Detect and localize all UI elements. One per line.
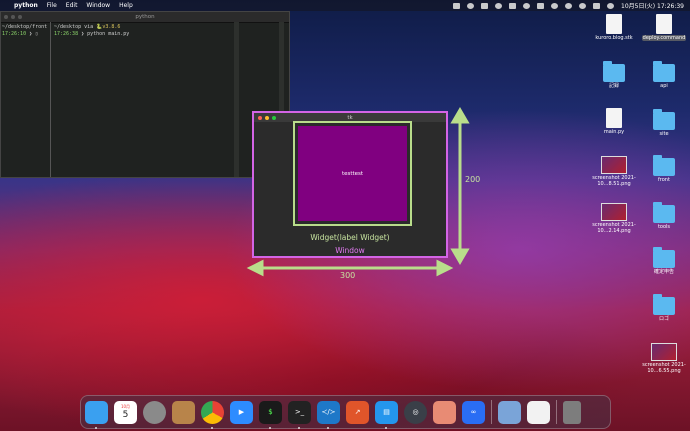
contacts-icon[interactable] <box>172 400 195 424</box>
width-arrow-head-right <box>436 259 454 277</box>
height-arrow-head-up <box>450 107 470 124</box>
desktop-icon[interactable]: ロゴ <box>640 294 688 322</box>
height-label: 200 <box>465 175 481 184</box>
folder-icon <box>653 109 675 130</box>
folder-icon <box>653 294 675 315</box>
desktop-icon-label: ロゴ <box>658 316 669 322</box>
python-file-icon <box>606 108 622 128</box>
folder-icon <box>653 61 675 82</box>
infinity-icon[interactable]: ∞ <box>462 400 485 424</box>
calendar-day: 5 <box>122 410 129 420</box>
desktop-icon[interactable]: api <box>640 61 688 89</box>
folder-icon <box>653 155 675 176</box>
desktop-icon[interactable]: site <box>640 109 688 137</box>
proxyman-icon[interactable]: ◎ <box>404 400 427 424</box>
finder-icon[interactable] <box>85 400 108 429</box>
desktop-icon[interactable]: screenshot 2021-10...6.55.png <box>640 343 688 374</box>
terminal-icon[interactable]: >_ <box>288 400 311 429</box>
desktop-icon-label: deploy.command <box>641 35 687 41</box>
desktop-icon[interactable]: front <box>640 155 688 183</box>
desktop-icon[interactable]: kuroro.blog.stk <box>590 14 638 41</box>
vscode-icon[interactable]: ≺/≻ <box>317 400 340 429</box>
folder-icon <box>653 247 675 268</box>
iterm-icon[interactable]: $ <box>259 400 282 429</box>
preview-icon[interactable] <box>433 400 456 424</box>
folder-icon <box>603 61 625 82</box>
dock-separator <box>556 400 557 424</box>
width-label: 300 <box>340 271 356 280</box>
height-arrow-head-down <box>450 248 470 265</box>
desktop-icon[interactable]: screenshot 2021-10...2.14.png <box>590 203 638 234</box>
image-icon <box>651 343 677 361</box>
desktop-icon-label: 記録 <box>608 83 619 89</box>
desktop-icon-label: screenshot 2021-10...6.55.png <box>642 362 686 374</box>
desktop-icon[interactable]: 確定申告 <box>640 247 688 275</box>
docker-icon[interactable]: ▤ <box>375 400 398 429</box>
trash-icon[interactable] <box>563 400 581 424</box>
settings-icon[interactable] <box>143 400 166 424</box>
desktop-icon-label: api <box>660 83 668 89</box>
iterm-glyph: $ <box>268 408 273 416</box>
document-icon <box>606 14 622 34</box>
image-icon[interactable] <box>498 400 521 424</box>
desktop-icon[interactable]: screenshot 2021-10...8.51.png <box>590 156 638 187</box>
desktop-icon[interactable]: deploy.command <box>640 14 688 41</box>
desktop-icon-label: tools <box>657 224 671 230</box>
desktop-icon-label: front <box>658 177 670 183</box>
image-icon <box>601 203 627 221</box>
dock: 10月 5 ▶ $ >_ ≺/≻ ↗ ▤ ◎ ∞ <box>80 395 611 429</box>
calendar-icon[interactable]: 10月 5 <box>114 400 137 424</box>
dimension-arrows <box>246 107 470 277</box>
terminal-glyph: >_ <box>294 408 305 416</box>
document-icon <box>656 14 672 34</box>
image-icon <box>601 156 627 174</box>
desktop-icon-label: kuroro.blog.stk <box>595 35 633 41</box>
desktop-icon-label: screenshot 2021-10...2.14.png <box>592 222 636 234</box>
chart-app-icon[interactable]: ↗ <box>346 400 369 424</box>
desktop-icon[interactable]: tools <box>640 202 688 230</box>
desktop-icon-label: site <box>659 131 669 137</box>
desktop-icon-label: screenshot 2021-10...8.51.png <box>592 175 636 187</box>
zoom-icon[interactable]: ▶ <box>230 400 253 424</box>
width-arrow-head-left <box>246 259 264 277</box>
desktop-icon[interactable]: 記録 <box>590 61 638 89</box>
document-icon[interactable] <box>527 400 550 424</box>
desktop-icon-label: main.py <box>603 129 625 135</box>
folder-icon <box>653 202 675 223</box>
desktop-icon-label: 確定申告 <box>653 269 674 275</box>
dock-separator <box>491 400 492 424</box>
chrome-icon[interactable] <box>201 400 224 429</box>
desktop-icon[interactable]: main.py <box>590 108 638 135</box>
